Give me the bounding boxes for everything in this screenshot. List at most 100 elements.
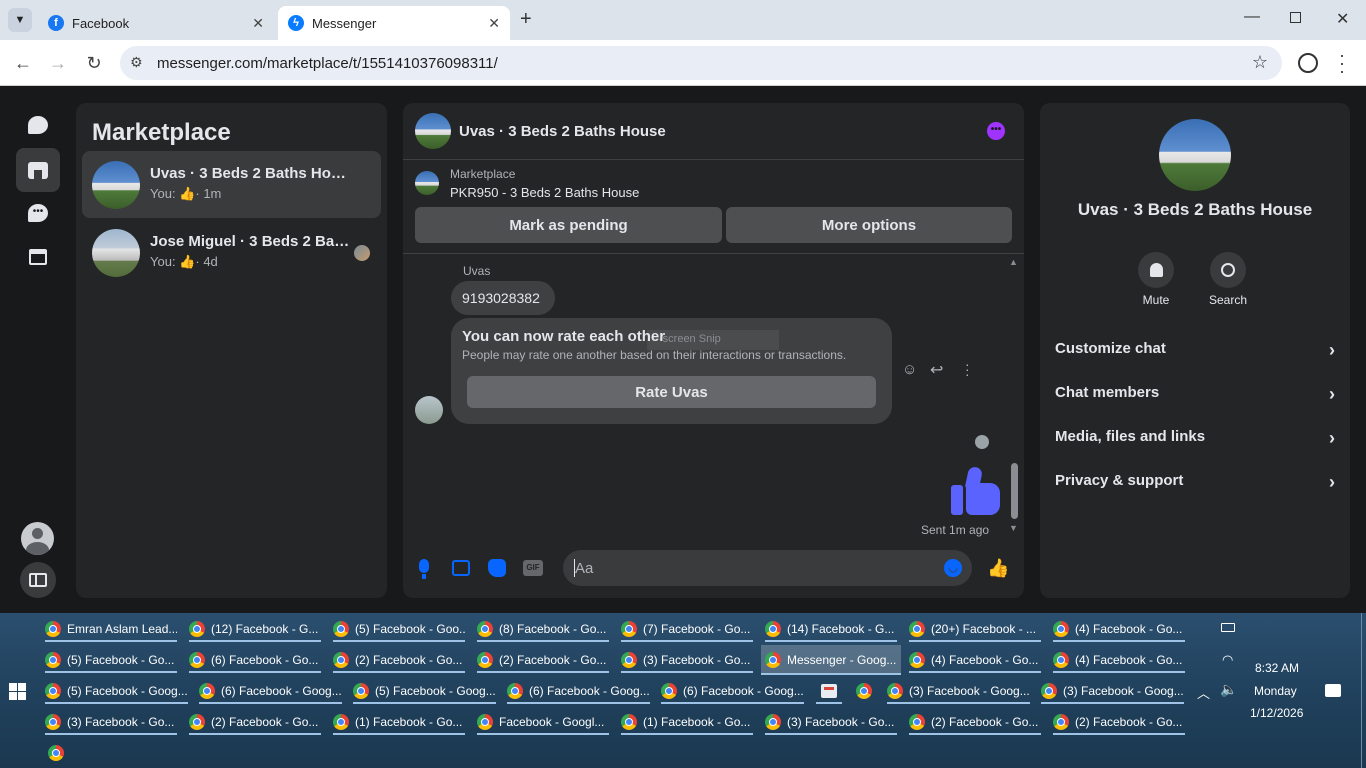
message-input[interactable]: Aa ◡ <box>563 550 972 586</box>
taskbar-item[interactable]: (4) Facebook - Go... <box>1053 647 1185 673</box>
taskbar-item[interactable]: Facebook - Googl... <box>477 709 609 735</box>
conversation-item[interactable]: Uvas · 3 Beds 2 Baths House You: 👍· 1m <box>82 151 381 218</box>
scroll-up-arrow[interactable]: ▲ <box>1009 257 1018 267</box>
clock-day[interactable]: Monday <box>1254 684 1297 698</box>
more-options-button[interactable]: More options <box>726 207 1012 243</box>
bookmark-star-icon[interactable]: ☆ <box>1252 52 1268 73</box>
requests-icon[interactable]: ••• <box>16 191 60 235</box>
taskbar-item[interactable]: (3) Facebook - Go... <box>45 709 177 735</box>
clock-time[interactable]: 8:32 AM <box>1255 661 1299 675</box>
close-tab-icon[interactable]: ✕ <box>252 15 264 32</box>
profile-icon[interactable] <box>1298 53 1318 73</box>
rate-button[interactable]: Rate Uvas <box>467 376 876 408</box>
tab-messenger[interactable]: ϟ Messenger ✕ <box>278 6 510 40</box>
taskbar-item[interactable]: (20+) Facebook - ... <box>909 616 1041 642</box>
microphone-icon[interactable] <box>419 559 429 573</box>
tab-title: Messenger <box>312 15 377 31</box>
media-files-links-row[interactable]: Media, files and links › <box>1055 428 1335 452</box>
taskbar-item[interactable]: (3) Facebook - Goog... <box>1041 678 1184 704</box>
taskbar-item[interactable]: (1) Facebook - Go... <box>621 709 753 735</box>
mute-button[interactable] <box>1138 252 1174 288</box>
listing-title[interactable]: PKR950 - 3 Beds 2 Baths House <box>450 185 639 200</box>
volume-icon[interactable]: 🔈 <box>1220 681 1237 698</box>
show-desktop-edge[interactable] <box>1361 613 1362 768</box>
taskbar-item[interactable]: (2) Facebook - Go... <box>333 647 465 673</box>
chrome-icon <box>1053 652 1069 668</box>
marketplace-icon[interactable] <box>16 148 60 192</box>
taskbar-item[interactable]: (5) Facebook - Goo... <box>333 616 465 642</box>
close-icon[interactable]: ✕ <box>1336 9 1349 29</box>
close-tab-icon[interactable]: ✕ <box>488 15 500 32</box>
taskbar-item[interactable]: (14) Facebook - G... <box>765 616 897 642</box>
notifications-icon[interactable] <box>1325 684 1341 697</box>
scroll-down-arrow[interactable]: ▼ <box>1009 523 1018 533</box>
scrollbar-thumb[interactable] <box>1011 463 1018 519</box>
sent-status: Sent 1m ago <box>921 523 990 537</box>
taskbar-item[interactable]: (6) Facebook - Goog... <box>199 678 342 704</box>
taskbar-item[interactable]: (2) Facebook - Go... <box>909 709 1041 735</box>
search-button[interactable] <box>1210 252 1246 288</box>
minimize-icon[interactable]: — <box>1244 8 1260 26</box>
taskbar-item[interactable]: (2) Facebook - Go... <box>477 647 609 673</box>
new-tab-button[interactable]: + <box>520 8 532 31</box>
taskbar-item[interactable]: (3) Facebook - Go... <box>621 647 753 673</box>
taskbar-item[interactable]: Emran Aslam Lead... <box>45 616 177 642</box>
taskbar-item[interactable]: (3) Facebook - Goog... <box>887 678 1030 704</box>
message-bubble[interactable]: 9193028382 <box>451 281 555 315</box>
message-more-icon[interactable]: · · · <box>965 357 970 381</box>
taskbar-item[interactable]: (2) Facebook - Go... <box>1053 709 1185 735</box>
taskbar-item[interactable]: (8) Facebook - Go... <box>477 616 609 642</box>
site-settings-icon[interactable]: ⚙ <box>130 54 143 71</box>
show-hidden-icons-chevron[interactable]: ︿ <box>1197 683 1210 702</box>
taskbar-item[interactable]: (1) Facebook - Go... <box>333 709 465 735</box>
taskbar-item-active[interactable]: Messenger - Goog... <box>761 645 901 675</box>
restore-icon[interactable] <box>1290 12 1301 23</box>
address-bar[interactable]: ⚙ messenger.com/marketplace/t/1551410376… <box>120 46 1282 80</box>
reply-icon[interactable]: ↩ <box>930 360 943 380</box>
chat-members-row[interactable]: Chat members › <box>1055 384 1335 408</box>
battery-icon[interactable] <box>1221 623 1235 632</box>
chat-title[interactable]: Uvas · 3 Beds 2 Baths House <box>459 123 666 140</box>
taskbar-item[interactable]: (4) Facebook - Go... <box>1053 616 1185 642</box>
taskbar-item[interactable]: (6) Facebook - Goog... <box>661 678 804 704</box>
taskbar-item-chrome[interactable] <box>48 740 72 766</box>
chats-icon[interactable] <box>16 103 60 147</box>
sticker-icon[interactable] <box>488 559 506 577</box>
tab-facebook[interactable]: f Facebook ✕ <box>38 6 274 40</box>
reload-icon[interactable]: ↻ <box>83 52 105 74</box>
archive-icon[interactable] <box>16 235 60 279</box>
react-icon[interactable]: ☺ <box>902 361 917 378</box>
taskbar-item[interactable]: (4) Facebook - Go... <box>909 647 1041 673</box>
toggle-sidebar-icon[interactable] <box>20 562 56 598</box>
clock-date[interactable]: 1/12/2026 <box>1250 706 1303 720</box>
wifi-icon[interactable]: ◠ <box>1222 652 1233 668</box>
send-like-icon[interactable]: 👍 <box>987 558 1009 579</box>
windows-taskbar: Emran Aslam Lead... (12) Facebook - G...… <box>0 613 1366 768</box>
back-arrow-icon[interactable]: ← <box>12 52 34 74</box>
gif-icon[interactable]: GIF <box>523 560 543 576</box>
windows-start-icon[interactable] <box>9 683 26 700</box>
taskbar-item[interactable]: (5) Facebook - Goog... <box>353 678 496 704</box>
taskbar-item-snip[interactable] <box>816 678 842 704</box>
privacy-support-row[interactable]: Privacy & support › <box>1055 472 1335 496</box>
taskbar-item[interactable]: (5) Facebook - Go... <box>45 647 177 673</box>
taskbar-item[interactable]: (3) Facebook - Go... <box>765 709 897 735</box>
taskbar-item-chrome[interactable] <box>850 678 878 704</box>
kebab-menu-icon[interactable]: · · · <box>1339 46 1345 80</box>
user-avatar[interactable] <box>21 522 54 555</box>
tab-search-button[interactable]: ▼ <box>8 8 32 32</box>
chat-info-icon[interactable]: ••• <box>987 122 1005 140</box>
emoji-icon[interactable]: ◡ <box>944 559 962 577</box>
forward-arrow-icon[interactable]: → <box>47 52 69 74</box>
taskbar-item[interactable]: (6) Facebook - Goog... <box>507 678 650 704</box>
mark-as-pending-button[interactable]: Mark as pending <box>415 207 722 243</box>
taskbar-item[interactable]: (2) Facebook - Go... <box>189 709 321 735</box>
taskbar-item[interactable]: (7) Facebook - Go... <box>621 616 753 642</box>
conversation-item[interactable]: Jose Miguel · 3 Beds 2 Bat... You: 👍· 4d <box>82 219 381 286</box>
customize-chat-row[interactable]: Customize chat › <box>1055 340 1335 364</box>
taskbar-item[interactable]: (5) Facebook - Goog... <box>45 678 188 704</box>
taskbar-item[interactable]: (12) Facebook - G... <box>189 616 321 642</box>
image-icon[interactable] <box>452 560 470 576</box>
chrome-icon <box>199 683 215 699</box>
taskbar-item[interactable]: (6) Facebook - Go... <box>189 647 321 673</box>
